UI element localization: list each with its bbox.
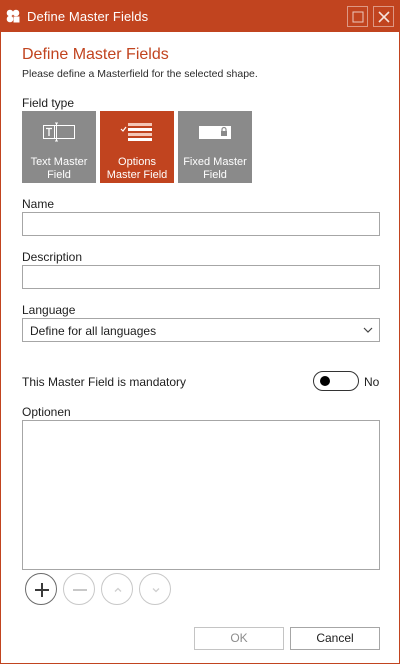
page-subtitle: Please define a Masterfield for the sele…	[22, 68, 258, 80]
move-option-down-button[interactable]	[139, 573, 171, 605]
add-option-button[interactable]	[25, 573, 57, 605]
remove-option-button[interactable]	[63, 573, 95, 605]
add-icon	[35, 583, 49, 597]
cancel-button[interactable]: Cancel	[290, 627, 380, 650]
remove-icon	[73, 589, 87, 591]
maximize-button[interactable]	[347, 6, 368, 27]
mandatory-state-label: No	[364, 375, 380, 389]
locked-field-icon	[199, 126, 231, 139]
window-title: Define Master Fields	[27, 9, 149, 24]
mandatory-label: This Master Field is mandatory	[22, 375, 187, 389]
chevron-down-icon	[363, 327, 373, 333]
options-list[interactable]	[22, 420, 380, 570]
description-input[interactable]	[22, 265, 380, 289]
text-field-icon	[43, 122, 75, 142]
name-input[interactable]	[22, 212, 380, 236]
description-label: Description	[22, 250, 83, 264]
tile-options-master-field[interactable]: Options Master Field	[100, 111, 174, 183]
options-list-icon	[120, 123, 152, 141]
move-up-icon	[114, 587, 122, 592]
language-label: Language	[22, 303, 76, 317]
mandatory-toggle[interactable]	[313, 371, 359, 391]
tile-label: Options Master Field	[106, 156, 168, 181]
tile-label: Text Master Field	[30, 156, 88, 181]
language-selected-value: Define for all languages	[30, 324, 157, 338]
field-type-label: Field type	[22, 96, 75, 110]
language-select[interactable]: Define for all languages	[22, 318, 380, 342]
tile-fixed-master-field[interactable]: Fixed Master Field	[178, 111, 252, 183]
dialog-window: Define Master Fields Define Master Field…	[0, 0, 400, 664]
title-bar[interactable]: Define Master Fields	[1, 1, 399, 32]
page-title: Define Master Fields	[22, 46, 169, 63]
close-button[interactable]	[373, 6, 394, 27]
move-option-up-button[interactable]	[101, 573, 133, 605]
options-label: Optionen	[22, 405, 71, 419]
move-down-icon	[152, 588, 160, 593]
app-logo-icon	[6, 9, 20, 23]
tile-text-master-field[interactable]: Text Master Field	[22, 111, 96, 183]
toggle-knob	[320, 376, 330, 386]
tile-label: Fixed Master Field	[183, 156, 247, 181]
name-label: Name	[22, 197, 55, 211]
maximize-icon	[352, 11, 364, 23]
close-icon	[378, 11, 390, 23]
ok-button[interactable]: OK	[194, 627, 284, 650]
